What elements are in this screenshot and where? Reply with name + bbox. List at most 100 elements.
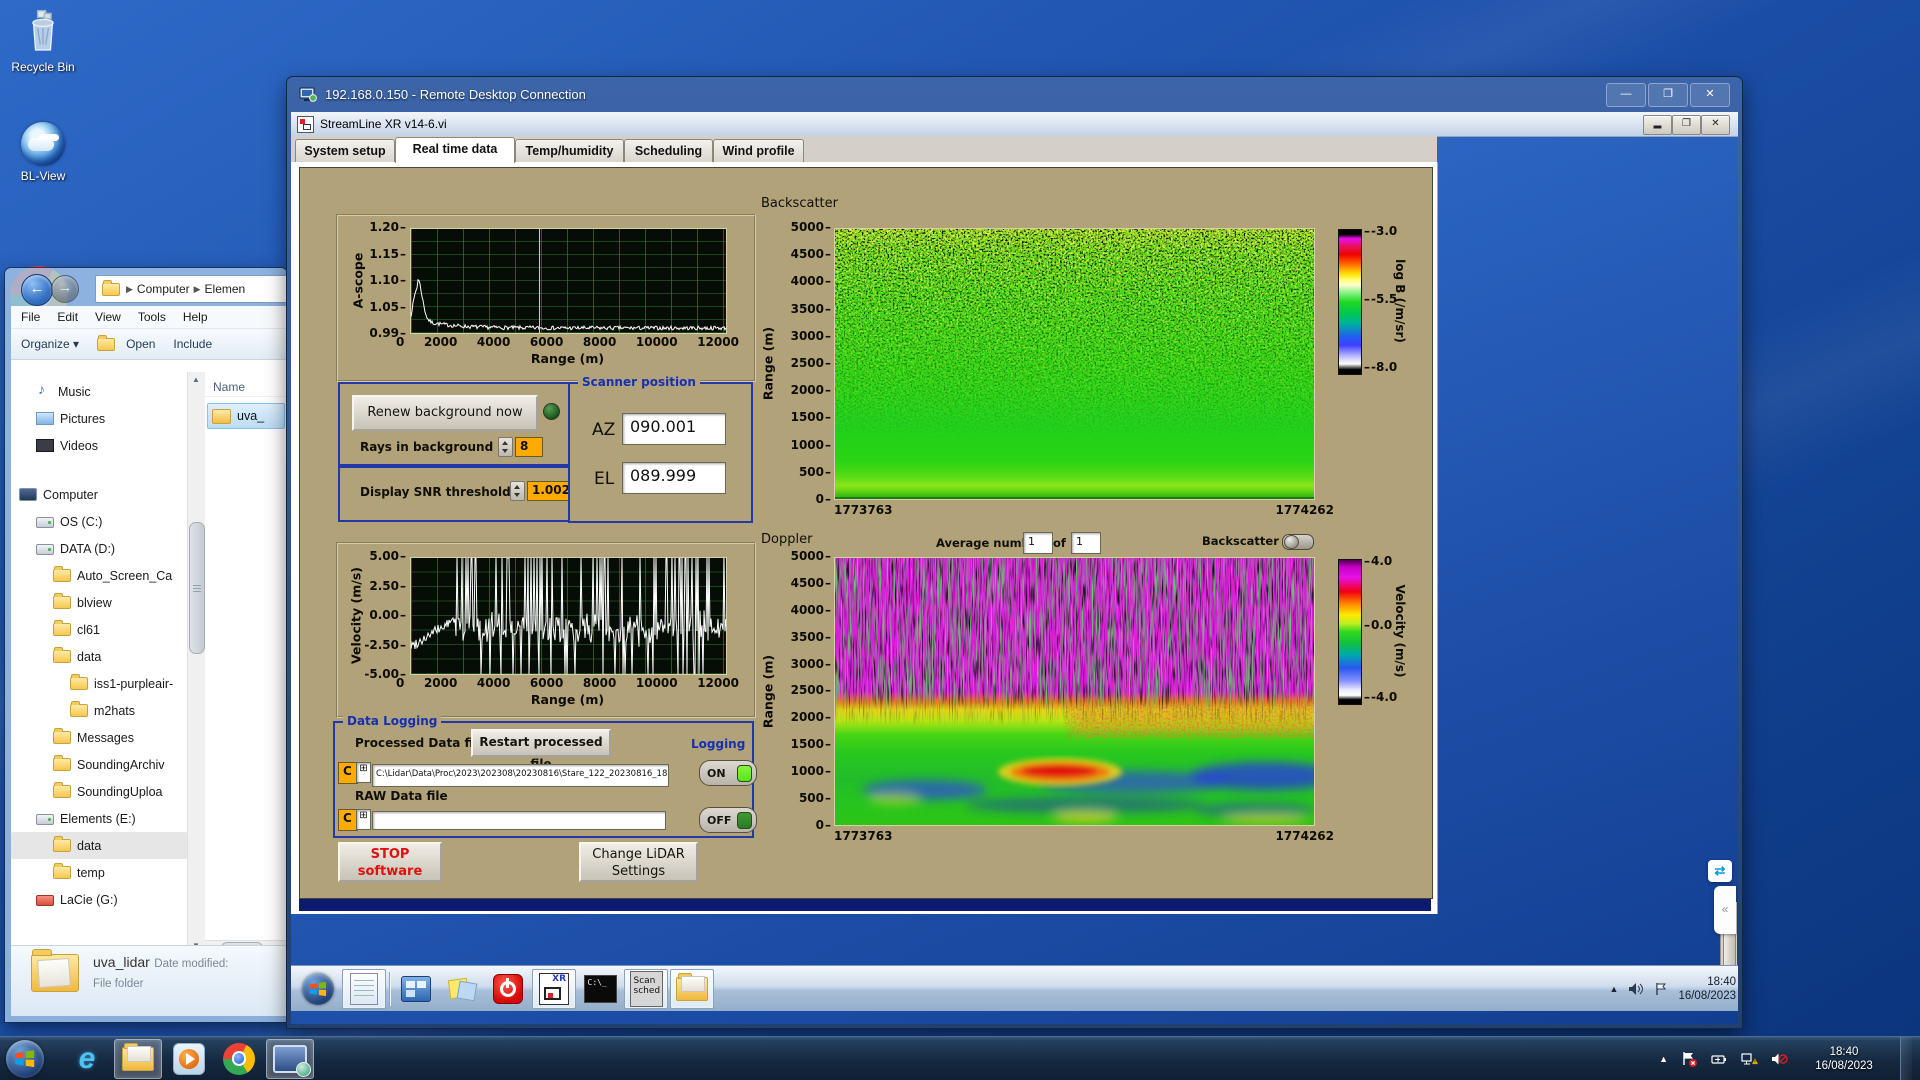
tray-expand-icon[interactable]: ▲: [1610, 984, 1619, 994]
renew-background-button[interactable]: Renew background now: [352, 395, 538, 431]
start-button[interactable]: [2, 1040, 48, 1078]
breadcrumb-item-computer[interactable]: Computer: [137, 282, 190, 296]
taskbar-windows-explorer[interactable]: [114, 1039, 162, 1079]
scroll-up-icon[interactable]: ▲: [188, 372, 204, 388]
el-field[interactable]: 089.999: [622, 462, 726, 494]
tree-item-m2hats[interactable]: m2hats: [11, 697, 187, 724]
tree-item-cl61[interactable]: cl61: [11, 616, 187, 643]
speaker-muted-icon[interactable]: [1771, 1051, 1788, 1067]
network-icon[interactable]: [1741, 1051, 1758, 1067]
tree-item-data-d-[interactable]: DATA (D:): [11, 535, 187, 562]
menu-tools[interactable]: Tools: [138, 310, 166, 324]
raw-drive-box[interactable]: C: [338, 809, 358, 831]
file-item-uva-lidar[interactable]: uva_: [207, 403, 285, 429]
snr-stepper[interactable]: [510, 481, 525, 501]
breadcrumb-item-elements[interactable]: Elemen: [205, 282, 246, 296]
tree-item-temp[interactable]: temp: [11, 859, 187, 886]
taskbar-chrome[interactable]: [216, 1040, 262, 1078]
az-field[interactable]: 090.001: [622, 413, 726, 445]
rdp-title-bar[interactable]: 192.168.0.150 - Remote Desktop Connectio…: [287, 77, 1742, 112]
include-button[interactable]: Include: [173, 337, 212, 351]
menu-edit[interactable]: Edit: [57, 310, 78, 324]
teamviewer-arrows-icon[interactable]: ⇄: [1708, 860, 1732, 882]
backscatter-toggle-switch[interactable]: [1282, 534, 1314, 550]
breadcrumb[interactable]: ▶ Computer ▶ Elemen: [95, 275, 295, 303]
raw-path-field[interactable]: [372, 811, 666, 830]
host-clock[interactable]: 18:40 16/08/2023: [1801, 1045, 1887, 1073]
menu-help[interactable]: Help: [183, 310, 208, 324]
remote-taskbar-scan-scheduler[interactable]: Scansched: [624, 969, 668, 1009]
raw-logging-toggle-off[interactable]: OFF: [699, 807, 757, 833]
stop-software-button[interactable]: STOP software: [338, 842, 442, 882]
remote-taskbar-explorer[interactable]: [670, 969, 714, 1009]
remote-start-button[interactable]: [296, 969, 340, 1009]
tab-system-setup[interactable]: System setup: [295, 139, 395, 162]
teamviewer-side-tab[interactable]: «: [1714, 886, 1736, 934]
rays-stepper[interactable]: [498, 437, 513, 457]
column-header-name[interactable]: Name: [205, 378, 287, 397]
tree-item-elements-e-[interactable]: Elements (E:): [11, 805, 187, 832]
ascope-cursor[interactable]: [539, 229, 540, 333]
streamline-minimize-button[interactable]: ▂: [1643, 115, 1672, 135]
streamline-restore-button[interactable]: ❐: [1672, 115, 1701, 135]
tree-scrollbar[interactable]: ▲ ▼: [187, 372, 205, 954]
menu-view[interactable]: View: [95, 310, 121, 324]
organize-button[interactable]: Organize ▾: [21, 337, 79, 351]
show-desktop-button[interactable]: [1900, 1037, 1912, 1080]
tree-item-auto-screen-ca[interactable]: Auto_Screen_Ca: [11, 562, 187, 589]
tab-temp-humidity[interactable]: Temp/humidity: [515, 139, 624, 162]
rays-value-field[interactable]: 8: [515, 437, 543, 457]
remote-taskbar-sticky-notes[interactable]: [440, 969, 484, 1009]
raw-path-type-icon[interactable]: ⊞: [356, 809, 371, 830]
remote-taskbar-streamline-vi[interactable]: XR: [532, 969, 576, 1009]
tree-item-videos[interactable]: Videos: [11, 432, 187, 459]
remote-taskbar-system-tool[interactable]: [394, 969, 438, 1009]
tree-item-blview[interactable]: blview: [11, 589, 187, 616]
tab-real-time-data[interactable]: Real time data: [395, 137, 515, 163]
processed-path-field[interactable]: C:\Lidar\Data\Proc\2023\202308\20230816\…: [372, 764, 669, 787]
tab-scheduling[interactable]: Scheduling: [624, 139, 713, 162]
tree-item-os-c-[interactable]: OS (C:): [11, 508, 187, 535]
taskbar-media-player[interactable]: [166, 1040, 212, 1078]
taskbar-internet-explorer[interactable]: e: [64, 1040, 110, 1078]
average-number-field[interactable]: 1: [1023, 532, 1053, 554]
remote-clock[interactable]: 18:40 16/08/2023: [1678, 975, 1736, 1003]
action-center-flag-icon[interactable]: [1654, 982, 1668, 996]
average-total-field[interactable]: 1: [1071, 532, 1101, 554]
tab-wind-profile[interactable]: Wind profile: [713, 139, 804, 162]
remote-taskbar-notepad[interactable]: [342, 969, 386, 1009]
rdp-maximize-button[interactable]: ❐: [1648, 83, 1688, 107]
tree-item-data[interactable]: data: [11, 643, 187, 670]
remote-taskbar-command-prompt[interactable]: C:\_: [578, 969, 622, 1009]
remote-taskbar-stop-tool[interactable]: [486, 969, 530, 1009]
tree-item-computer[interactable]: Computer: [11, 481, 187, 508]
tree-item-pictures[interactable]: Pictures: [11, 405, 187, 432]
processed-logging-toggle-on[interactable]: ON: [699, 760, 757, 786]
taskbar-remote-desktop[interactable]: [266, 1039, 314, 1079]
tree-item-messages[interactable]: Messages: [11, 724, 187, 751]
tree-item-soundingarchiv[interactable]: SoundingArchiv: [11, 751, 187, 778]
rdp-close-button[interactable]: ✕: [1690, 83, 1730, 107]
battery-icon[interactable]: [1711, 1051, 1728, 1067]
change-lidar-settings-button[interactable]: Change LiDAR Settings: [579, 842, 698, 882]
processed-drive-box[interactable]: C: [338, 762, 358, 784]
tree-item-iss1-purpleair-[interactable]: iss1-purpleair-: [11, 670, 187, 697]
tree-item-music[interactable]: Music: [11, 378, 187, 405]
tree-item-data[interactable]: data: [11, 832, 187, 859]
desktop-icon-recycle-bin[interactable]: Recycle Bin: [0, 8, 86, 74]
scrollbar-thumb[interactable]: [189, 522, 205, 654]
streamline-title-bar[interactable]: StreamLine XR v14-6.vi: [291, 112, 1738, 137]
restart-processed-file-button[interactable]: Restart processed file: [471, 729, 611, 757]
open-button[interactable]: Open: [97, 337, 155, 351]
streamline-close-button[interactable]: ✕: [1701, 115, 1730, 135]
processed-path-type-icon[interactable]: ⊞: [356, 762, 371, 783]
action-center-flag-icon[interactable]: [1681, 1051, 1698, 1067]
desktop-icon-bl-view[interactable]: BL-View: [0, 122, 86, 183]
tree-item-soundinguploa[interactable]: SoundingUploa: [11, 778, 187, 805]
menu-file[interactable]: File: [21, 310, 40, 324]
speaker-icon[interactable]: [1628, 982, 1644, 996]
back-button[interactable]: ←: [21, 274, 53, 306]
snr-value-field[interactable]: 1.002: [527, 481, 570, 501]
forward-button[interactable]: →: [51, 275, 79, 303]
rdp-minimize-button[interactable]: —: [1606, 83, 1646, 107]
